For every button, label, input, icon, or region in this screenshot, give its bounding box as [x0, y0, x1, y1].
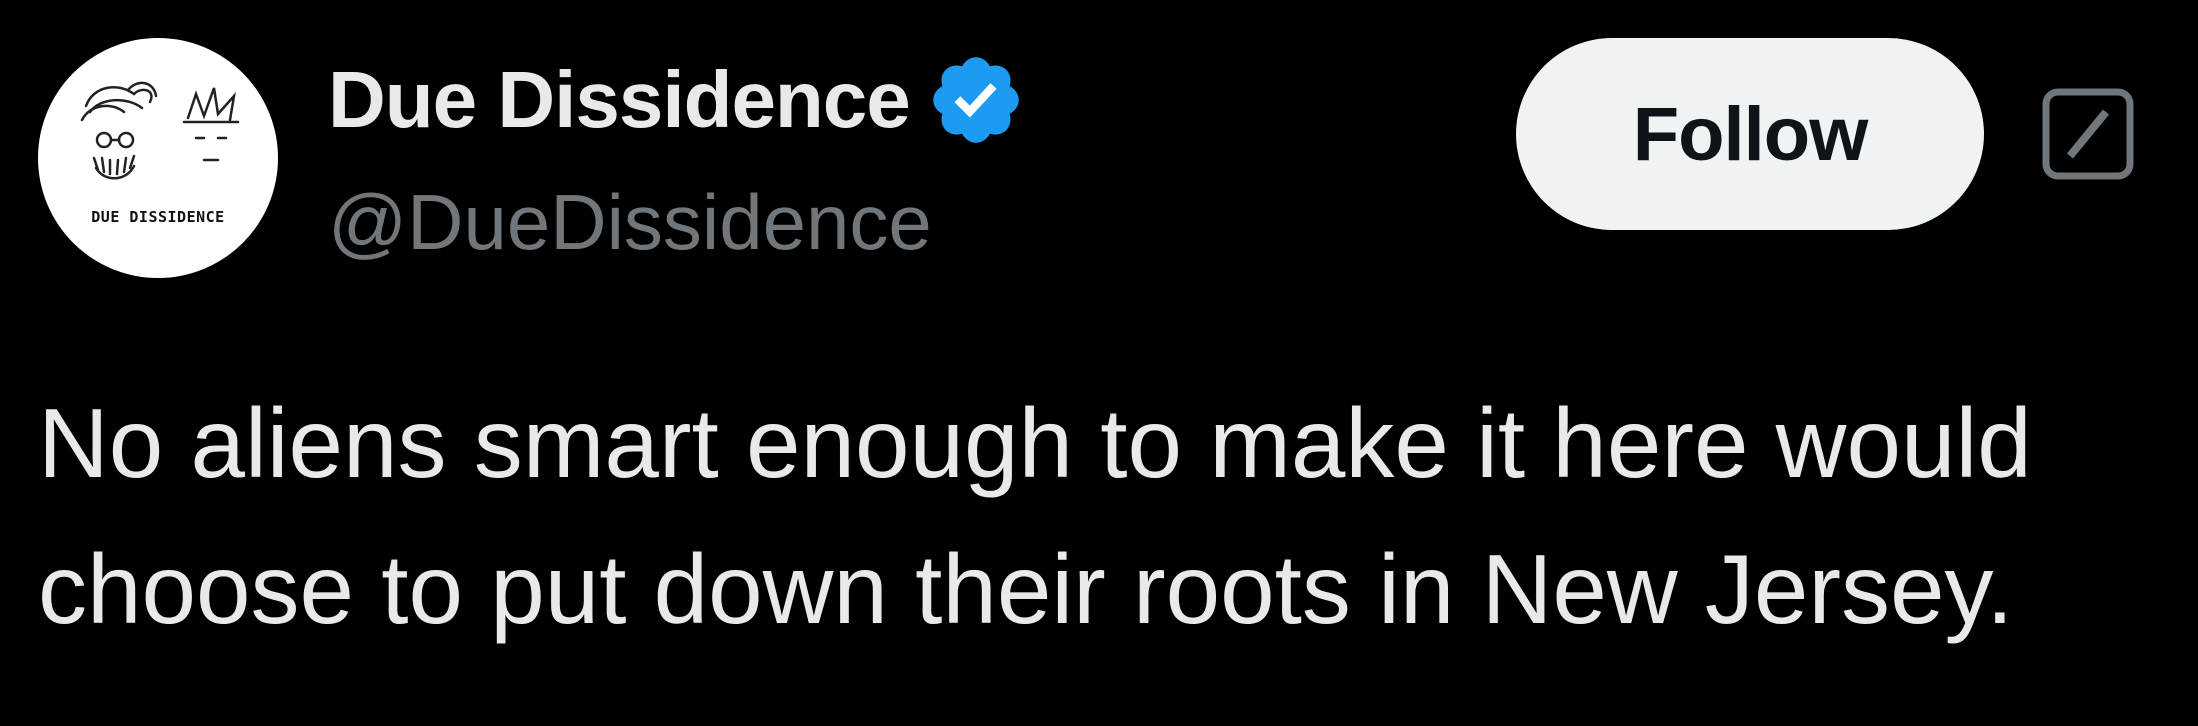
avatar-wordmark: DUE DISSIDENCE — [91, 208, 225, 226]
follow-button[interactable]: Follow — [1516, 38, 1984, 230]
verified-badge-icon[interactable] — [926, 50, 1026, 150]
tweet-text: No aliens smart enough to make it here w… — [38, 388, 2032, 644]
avatar[interactable]: DUE DISSIDENCE — [38, 38, 278, 278]
avatar-logo-icon — [80, 81, 240, 180]
tweet-card: DUE DISSIDENCE Due Dissidence @DueDissid… — [0, 0, 2198, 726]
display-name[interactable]: Due Dissidence — [328, 52, 911, 148]
author-name-row: Due Dissidence — [328, 52, 1026, 148]
grok-icon[interactable] — [2040, 86, 2136, 182]
author-handle[interactable]: @DueDissidence — [328, 176, 932, 268]
